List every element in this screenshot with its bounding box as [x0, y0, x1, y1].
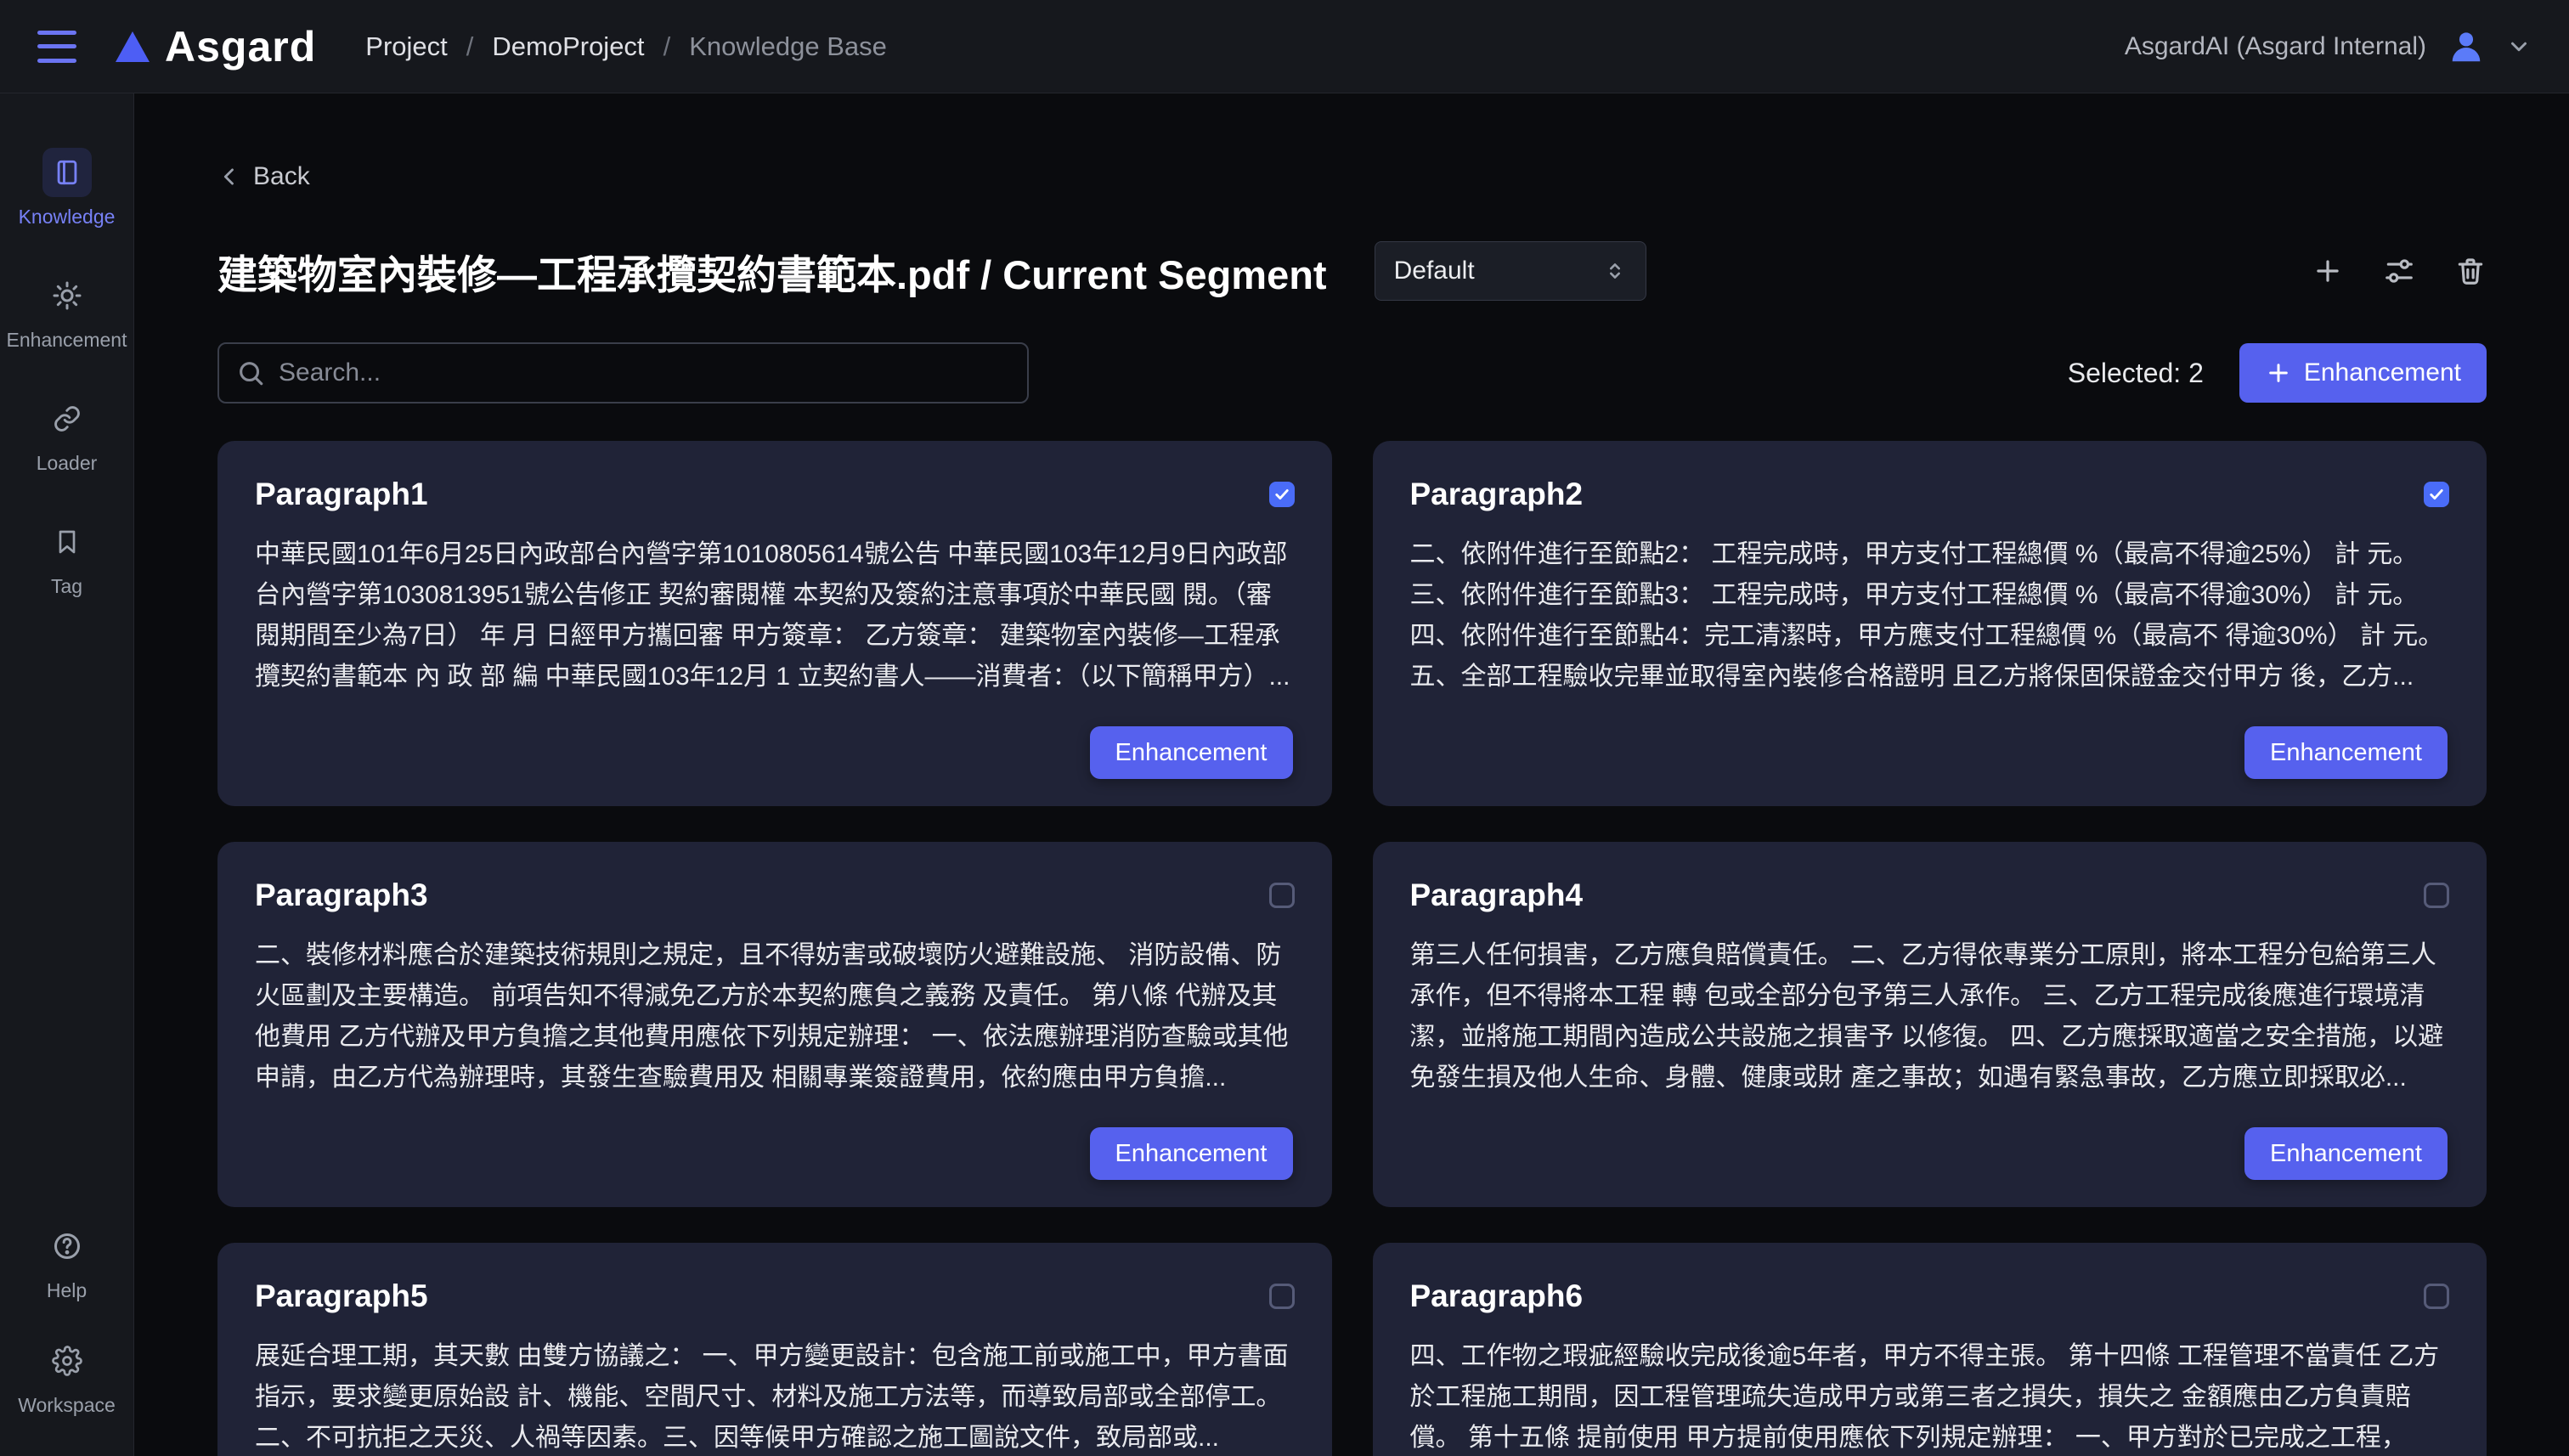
paragraph-card-1: Paragraph1 中華民國101年6月25日內政部台內營字第10108056… [217, 441, 1332, 806]
sidebar-item-label: Loader [37, 452, 98, 475]
card-enhancement-button[interactable]: Enhancement [1090, 726, 1293, 779]
card-enhancement-button[interactable]: Enhancement [2244, 1127, 2448, 1180]
user-avatar-icon[interactable] [2447, 27, 2486, 66]
search-icon [236, 358, 265, 387]
card-checkbox[interactable] [2424, 482, 2449, 507]
sliders-icon[interactable] [2383, 255, 2415, 287]
sidebar-item-label: Tag [51, 575, 82, 598]
back-label: Back [253, 162, 310, 191]
sidebar-item-label: Help [47, 1279, 87, 1302]
breadcrumb-separator: / [663, 31, 671, 62]
segment-actions [2312, 255, 2487, 287]
bookmark-icon [42, 517, 92, 567]
main-content: Back 建築物室內裝修—工程承攬契約書範本.pdf / Current Seg… [134, 0, 2569, 1456]
chevron-down-icon[interactable] [2506, 34, 2532, 59]
title-row: 建築物室內裝修—工程承攬契約書範本.pdf / Current Segment … [217, 240, 2487, 302]
plus-icon [2265, 359, 2292, 387]
paragraph-card-5: Paragraph5 展延合理工期，其天數 由雙方協議之： 一、甲方變更設計：包… [217, 1243, 1332, 1456]
breadcrumb-separator: / [466, 31, 474, 62]
logo-text: Asgard [165, 22, 316, 71]
card-text: 中華民國101年6月25日內政部台內營字第1010805614號公告 中華民國1… [255, 534, 1295, 714]
link-icon [42, 394, 92, 443]
gear-icon [42, 1336, 92, 1385]
paragraph-card-2: Paragraph2 二、依附件進行至節點2： 工程完成時，甲方支付工程總價 %… [1373, 441, 2487, 806]
enhancement-button-label: Enhancement [2304, 358, 2461, 387]
card-checkbox[interactable] [2424, 883, 2449, 908]
segment-select-value: Default [1394, 257, 1475, 285]
card-title: Paragraph6 [1410, 1278, 1584, 1314]
enhancement-button[interactable]: Enhancement [2239, 343, 2487, 403]
sidebar-item-help[interactable]: Help [42, 1222, 92, 1302]
sidebar-item-loader[interactable]: Loader [37, 394, 98, 475]
breadcrumb-knowledge-base: Knowledge Base [689, 31, 887, 62]
sidebar-item-workspace[interactable]: Workspace [18, 1336, 116, 1417]
back-button[interactable]: Back [217, 161, 310, 192]
card-checkbox[interactable] [1269, 1284, 1295, 1309]
selected-count-label: Selected: 2 [2068, 358, 2204, 389]
breadcrumb: Project / DemoProject / Knowledge Base [365, 31, 887, 62]
breadcrumb-project[interactable]: Project [365, 31, 447, 62]
trash-icon[interactable] [2454, 255, 2487, 287]
card-text: 二、裝修材料應合於建築技術規則之規定，且不得妨害或破壞防火避難設施、 消防設備、… [255, 935, 1295, 1115]
card-title: Paragraph3 [255, 878, 428, 913]
paragraph-card-4: Paragraph4 第三人任何損害，乙方應負賠償責任。 二、乙方得依專業分工原… [1373, 842, 2487, 1207]
help-circle-icon [42, 1222, 92, 1271]
card-title: Paragraph5 [255, 1278, 428, 1314]
check-icon [2428, 486, 2445, 503]
app-logo: Asgard [114, 22, 316, 71]
card-checkbox[interactable] [1269, 883, 1295, 908]
search-input[interactable] [217, 342, 1029, 404]
card-text: 四、工作物之瑕疵經驗收完成後逾5年者，甲方不得主張。 第十四條 工程管理不當責任… [1410, 1336, 2450, 1456]
paragraph-grid: Paragraph1 中華民國101年6月25日內政部台內營字第10108056… [217, 441, 2487, 1456]
paragraph-card-3: Paragraph3 二、裝修材料應合於建築技術規則之規定，且不得妨害或破壞防火… [217, 842, 1332, 1207]
breadcrumb-demoproject[interactable]: DemoProject [492, 31, 644, 62]
search-box [217, 342, 1029, 404]
segment-select[interactable]: Default [1375, 241, 1646, 301]
sidebar-item-tag[interactable]: Tag [42, 517, 92, 598]
sidebar-item-label: Knowledge [19, 206, 116, 229]
page-title: 建築物室內裝修—工程承攬契約書範本.pdf / Current Segment [217, 242, 1327, 301]
card-checkbox[interactable] [1269, 482, 1295, 507]
card-title: Paragraph1 [255, 477, 428, 512]
sidebar-item-enhancement[interactable]: Enhancement [7, 271, 127, 352]
card-enhancement-button[interactable]: Enhancement [2244, 726, 2448, 779]
card-text: 二、依附件進行至節點2： 工程完成時，甲方支付工程總價 %（最高不得逾25%） … [1410, 534, 2450, 714]
sidebar-item-label: Enhancement [7, 329, 127, 352]
paragraph-card-6: Paragraph6 四、工作物之瑕疵經驗收完成後逾5年者，甲方不得主張。 第十… [1373, 1243, 2487, 1456]
card-enhancement-button[interactable]: Enhancement [1090, 1127, 1293, 1180]
logo-triangle-icon [114, 30, 151, 64]
check-icon [1273, 486, 1290, 503]
sidebar-item-label: Workspace [18, 1394, 116, 1417]
sidebar: Knowledge Enhancement Loader Tag [0, 93, 134, 1456]
card-checkbox[interactable] [2424, 1284, 2449, 1309]
card-title: Paragraph4 [1410, 878, 1584, 913]
sun-icon [42, 271, 92, 320]
chevron-left-icon [217, 165, 241, 189]
account-area: AsgardAI (Asgard Internal) [2125, 27, 2532, 66]
sidebar-item-knowledge[interactable]: Knowledge [19, 148, 116, 229]
knowledge-book-icon [42, 148, 92, 197]
card-title: Paragraph2 [1410, 477, 1584, 512]
top-bar: Asgard Project / DemoProject / Knowledge… [0, 0, 2569, 93]
account-label: AsgardAI (Asgard Internal) [2125, 32, 2426, 61]
card-text: 第三人任何損害，乙方應負賠償責任。 二、乙方得依專業分工原則，將本工程分包給第三… [1410, 935, 2450, 1115]
add-icon[interactable] [2312, 255, 2344, 287]
toolbar-row: Selected: 2 Enhancement [217, 342, 2487, 404]
card-text: 展延合理工期，其天數 由雙方協議之： 一、甲方變更設計：包含施工前或施工中，甲方… [255, 1336, 1295, 1456]
hamburger-menu-icon[interactable] [37, 31, 76, 63]
select-updown-icon [1603, 259, 1627, 283]
